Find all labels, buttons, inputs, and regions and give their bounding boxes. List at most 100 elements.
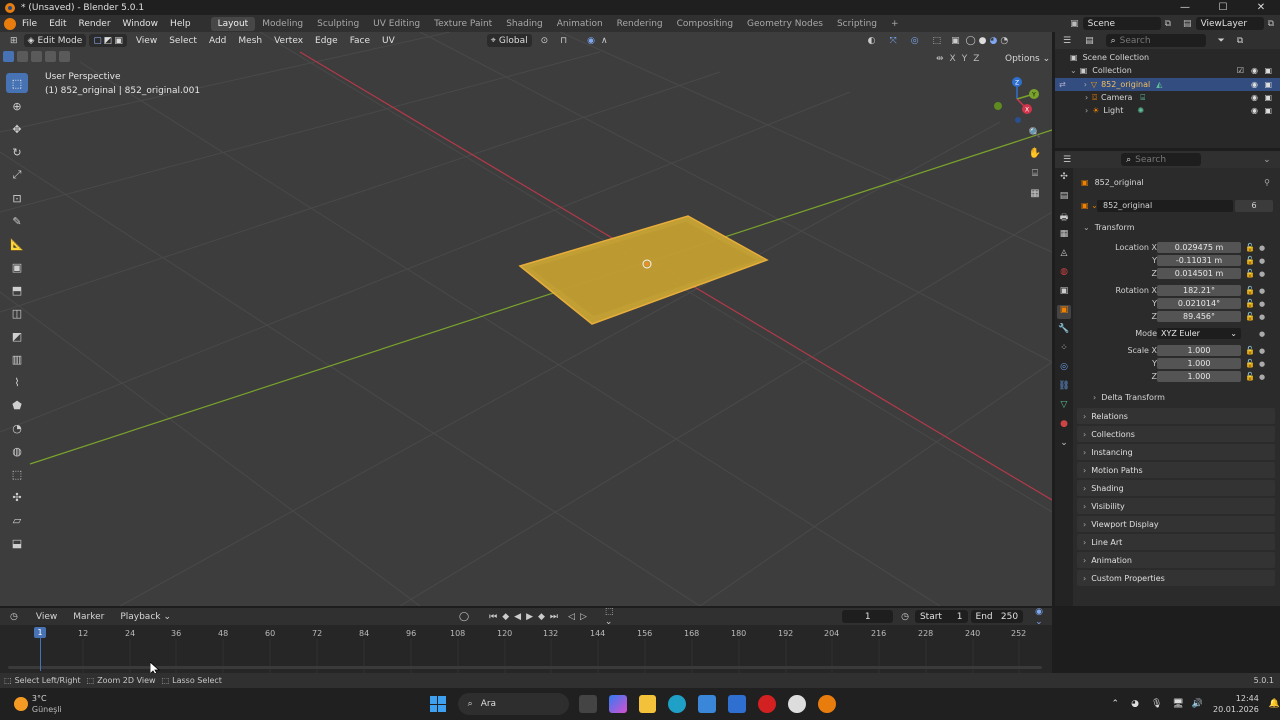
lock-icon[interactable]: 🔓 — [1245, 312, 1255, 321]
panel-visibility[interactable]: › Visibility — [1077, 498, 1275, 514]
ortho-grid-icon[interactable]: ▦ — [1028, 188, 1042, 202]
rotation-y-field[interactable]: 0.021014° — [1157, 298, 1241, 309]
texture-tab-icon[interactable]: ⌄ — [1057, 438, 1071, 452]
minimize-button[interactable]: — — [1166, 0, 1204, 15]
intersect-selection-icon[interactable] — [59, 51, 70, 62]
play-reverse-icon[interactable]: ◀ — [514, 612, 521, 622]
particles-tab-icon[interactable]: ⁘ — [1057, 343, 1071, 357]
scale-y-field[interactable]: 1.000 — [1157, 358, 1241, 369]
menu-edit[interactable]: Edit — [49, 19, 66, 29]
keyframe-dot-icon[interactable]: ● — [1259, 313, 1265, 321]
inset-icon[interactable]: ◫ — [6, 303, 28, 323]
collection-tab-icon[interactable]: ▣ — [1057, 286, 1071, 300]
select-mode-buttons[interactable]: ▢ ◩ ▣ — [89, 34, 127, 47]
current-frame-field[interactable]: 1 — [842, 610, 894, 623]
edit-mode-tag-icon[interactable]: ⇄ — [1059, 80, 1066, 89]
visibility-eye-icon[interactable]: ◉ — [1251, 106, 1258, 115]
panel-motion-paths[interactable]: › Motion Paths — [1077, 462, 1275, 478]
render-camera-icon[interactable]: ▣ — [1264, 66, 1272, 75]
render-tab-icon[interactable]: ▤ — [1057, 191, 1071, 205]
tab-compositing[interactable]: Compositing — [670, 17, 740, 31]
pivot-icon[interactable]: ⊙ — [541, 36, 549, 46]
taskbar-search[interactable]: ⌕ Ara — [457, 693, 569, 715]
outliner-item-camera[interactable]: › ⌼ Camera ⌸ ◉ ▣ — [1055, 91, 1280, 104]
panel-relations[interactable]: › Relations — [1077, 408, 1275, 424]
weather-widget[interactable]: 3°C Güneşli — [32, 693, 62, 715]
options-button[interactable]: Options ⌄ — [1005, 54, 1050, 64]
keyframe-next-icon[interactable]: ▷ — [580, 612, 587, 622]
tray-app-icon[interactable]: ◕ — [1131, 699, 1139, 709]
panel-instancing[interactable]: › Instancing — [1077, 444, 1275, 460]
scale-z-field[interactable]: 1.000 — [1157, 371, 1241, 382]
menu-select[interactable]: Select — [169, 36, 197, 46]
jump-start-icon[interactable]: ⏮ — [489, 612, 497, 622]
pan-hand-icon[interactable]: ✋ — [1028, 148, 1042, 162]
user-count-field[interactable]: 6 — [1235, 199, 1273, 212]
menu-file[interactable]: File — [22, 19, 37, 29]
shear-icon[interactable]: ▱ — [6, 510, 28, 530]
outliner-item-light[interactable]: › ☀ Light ✺ ◉ ▣ — [1055, 104, 1280, 117]
object-data-icon[interactable]: ▣ ⌄ — [1081, 201, 1098, 210]
extend-selection-icon[interactable] — [17, 51, 28, 62]
mesh-edit-overlay-icon[interactable]: ⬚ — [933, 36, 942, 46]
next-keyframe-icon[interactable]: ◆ — [538, 612, 545, 622]
world-tab-icon[interactable]: ◍ — [1057, 267, 1071, 281]
scene-tab-icon[interactable]: ◬ — [1057, 248, 1071, 262]
menu-vertex[interactable]: Vertex — [274, 36, 303, 46]
physics-tab-icon[interactable]: ◎ — [1057, 362, 1071, 376]
lock-icon[interactable]: 🔓 — [1245, 299, 1255, 308]
transform-icon[interactable]: ⊡ — [6, 188, 28, 208]
tab-shading[interactable]: Shading — [499, 17, 550, 31]
properties-search-input[interactable]: ⌕ Search — [1121, 153, 1202, 166]
expand-icon[interactable]: ⌄ — [1070, 66, 1077, 75]
start-frame-field[interactable]: Start 1 — [914, 610, 968, 623]
auto-keying-icon[interactable]: ◯ — [459, 612, 469, 622]
annotate-icon[interactable]: ✎ — [6, 211, 28, 231]
outliner-item-852-original[interactable]: ⇄ › ▽ 852_original ◭ ◉ ▣ — [1055, 78, 1280, 91]
proportional-edit-icon[interactable]: ◉ — [587, 36, 595, 46]
panel-collections[interactable]: › Collections — [1077, 426, 1275, 442]
scale-x-field[interactable]: 1.000 — [1157, 345, 1241, 356]
keyframe-prev-icon[interactable]: ◁ — [568, 612, 575, 622]
panel-animation[interactable]: › Animation — [1077, 552, 1275, 568]
solid-shading-icon[interactable]: ● — [979, 36, 987, 46]
render-camera-icon[interactable]: ▣ — [1264, 93, 1272, 102]
render-camera-icon[interactable]: ▣ — [1264, 80, 1272, 89]
constraints-tab-icon[interactable]: ⛓ — [1057, 381, 1071, 395]
checkbox-icon[interactable]: ☑ — [1237, 66, 1244, 75]
rotation-z-field[interactable]: 89.456° — [1157, 311, 1241, 322]
mirror-axes[interactable]: ⇹ X Y Z — [936, 54, 979, 64]
rendered-shading-icon[interactable]: ◔ — [1000, 36, 1008, 46]
menu-mesh[interactable]: Mesh — [238, 36, 262, 46]
outliner-search-input[interactable]: ⌕ Search — [1105, 34, 1206, 47]
panel-line-art[interactable]: › Line Art — [1077, 534, 1275, 550]
microphone-icon[interactable]: 🎙 — [1151, 699, 1162, 709]
store-icon[interactable] — [698, 695, 717, 713]
maximize-button[interactable]: ☐ — [1204, 0, 1242, 15]
chevron-down-icon[interactable]: ⌄ — [1263, 155, 1271, 165]
tray-chevron-up-icon[interactable]: ⌃ — [1112, 699, 1120, 709]
output-tab-icon[interactable]: 🖶 — [1057, 210, 1071, 224]
lock-icon[interactable]: 🔓 — [1245, 286, 1255, 295]
lock-icon[interactable]: 🔓 — [1245, 269, 1255, 278]
extrude-icon[interactable]: ⬒ — [6, 280, 28, 300]
render-camera-icon[interactable]: ▣ — [1264, 106, 1272, 115]
menu-add[interactable]: Add — [209, 36, 226, 46]
tab-sculpting[interactable]: Sculpting — [310, 17, 366, 31]
shrink-fatten-icon[interactable]: ✣ — [6, 487, 28, 507]
weather-sun-icon[interactable] — [14, 697, 28, 711]
transform-orientation-selector[interactable]: ⌖ Global — [486, 34, 532, 47]
mode-selector[interactable]: ◈ Edit Mode — [23, 34, 87, 47]
timeline-menu-playback[interactable]: Playback — [120, 612, 160, 622]
xray-icon[interactable]: ▣ — [951, 36, 960, 46]
keyframe-dot-icon[interactable]: ● — [1259, 287, 1265, 295]
modifiers-tab-icon[interactable]: 🔧 — [1057, 324, 1071, 338]
editor-type-icon[interactable]: ⊞ — [10, 36, 18, 46]
new-selection-icon[interactable] — [3, 51, 14, 62]
material-shading-icon[interactable]: ◕ — [990, 36, 998, 46]
bevel-icon[interactable]: ◩ — [6, 326, 28, 346]
menu-help[interactable]: Help — [170, 19, 191, 29]
material-tab-icon[interactable]: ● — [1057, 419, 1071, 433]
rip-region-icon[interactable]: ⬓ — [6, 533, 28, 553]
spin-icon[interactable]: ◔ — [6, 418, 28, 438]
